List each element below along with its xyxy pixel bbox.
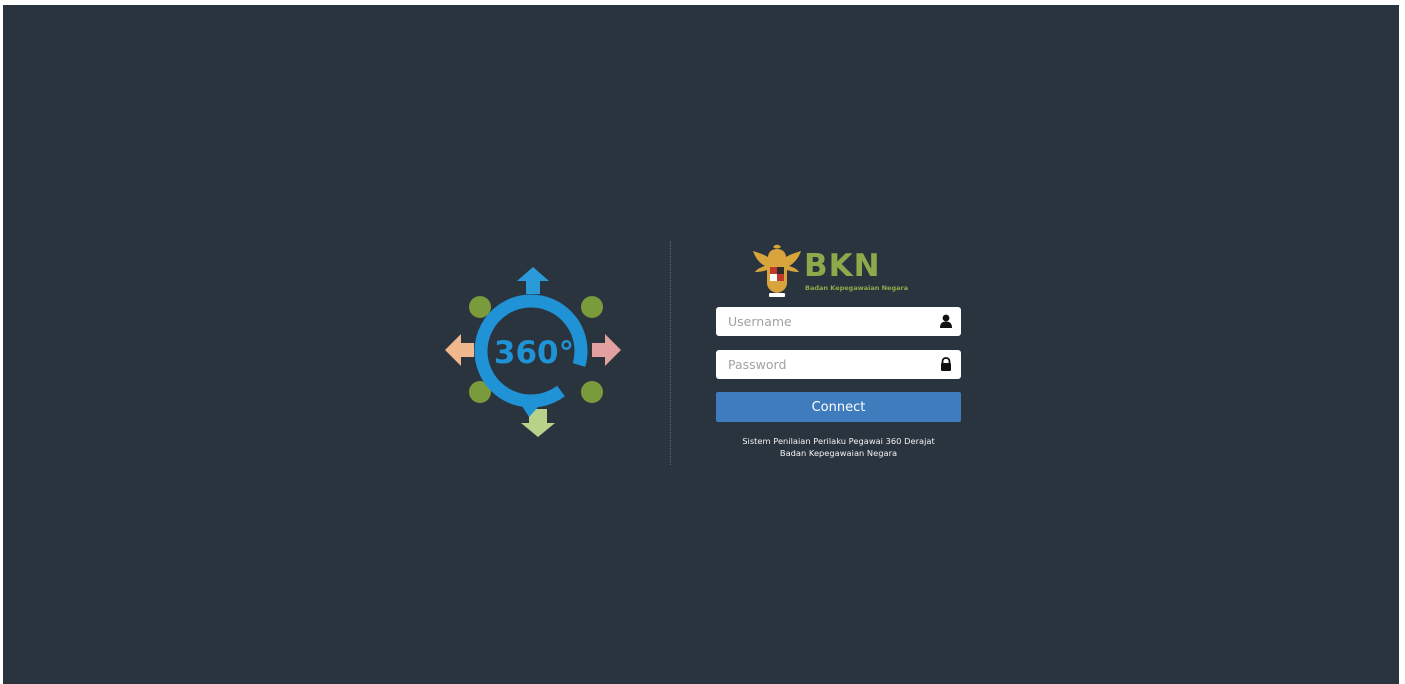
app-description-line1: Sistem Penilaian Perilaku Pegawai 360 De… bbox=[742, 436, 935, 446]
password-field[interactable] bbox=[716, 350, 961, 379]
arrow-left-icon bbox=[445, 334, 474, 366]
divider bbox=[670, 241, 671, 465]
app-description-line2: Badan Kepegawaian Negara bbox=[779, 448, 898, 458]
arrow-up-icon bbox=[517, 267, 549, 294]
password-input[interactable] bbox=[716, 350, 931, 379]
360-label: 360° bbox=[494, 335, 574, 371]
brand-title: BKN bbox=[804, 248, 881, 284]
user-icon bbox=[940, 314, 952, 328]
username-input[interactable] bbox=[716, 307, 931, 336]
connect-button[interactable]: Connect bbox=[716, 392, 961, 422]
login-screen: 360° BKN Badan Kepegawaian Negara Userna… bbox=[3, 5, 1399, 684]
username-field[interactable] bbox=[716, 307, 961, 336]
360-degree-icon: 360° bbox=[445, 267, 621, 437]
dot-icon bbox=[581, 381, 603, 403]
app-description: Sistem Penilaian Perilaku Pegawai 360 De… bbox=[716, 435, 961, 459]
garuda-emblem-icon bbox=[753, 244, 801, 297]
bkn-logo: BKN Badan Kepegawaian Negara bbox=[751, 243, 926, 299]
brand-subtitle: Badan Kepegawaian Negara bbox=[805, 284, 909, 292]
arrow-right-icon bbox=[592, 334, 621, 366]
arrow-down-icon bbox=[521, 409, 555, 437]
dot-icon bbox=[581, 296, 603, 318]
lock-icon bbox=[941, 357, 951, 371]
